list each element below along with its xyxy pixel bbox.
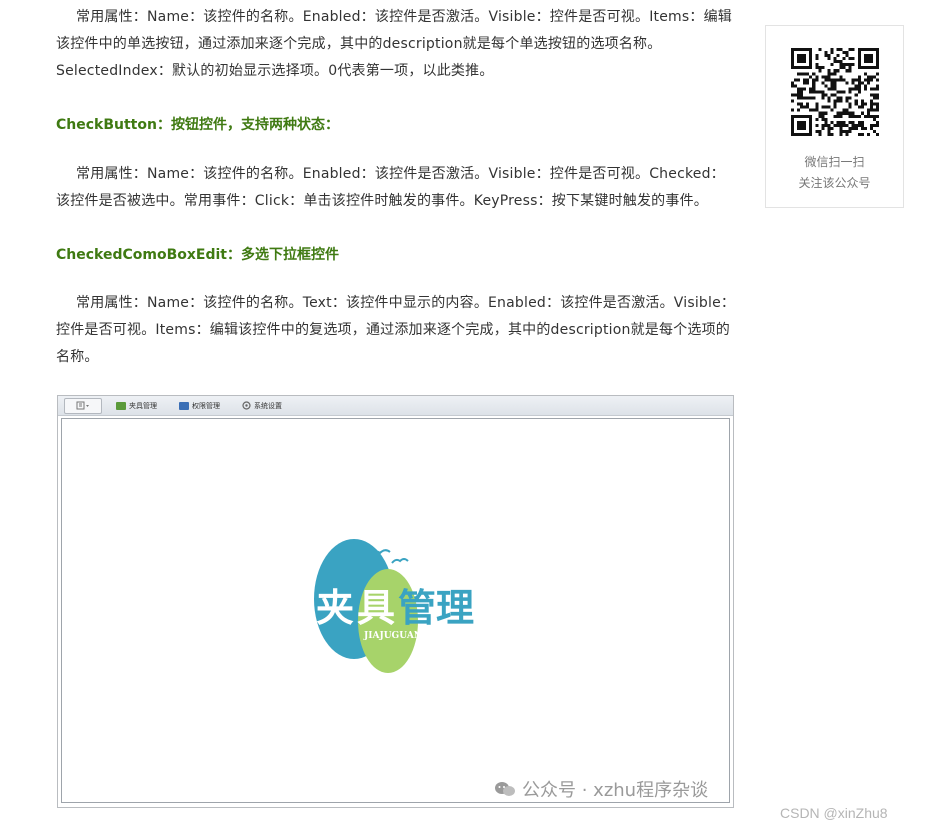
- watermark-text: 公众号 · xzhu程序杂谈: [522, 780, 709, 801]
- wechat-qr-card: 微信扫一扫 关注该公众号: [765, 25, 904, 208]
- users-icon: [179, 401, 189, 410]
- heading-checkbutton: CheckButton：按钮控件，支持两种状态：: [56, 117, 339, 133]
- paragraph-checkbutton-props: 常用属性：Name：该控件的名称。Enabled：该控件是否激活。Visible…: [56, 166, 725, 209]
- svg-text:管理: 管理: [398, 586, 474, 630]
- wechat-icon: [495, 782, 515, 796]
- svg-text:具: 具: [357, 586, 395, 630]
- toolbar-item-label: 系统设置: [254, 401, 282, 410]
- app-screenshot: 夹具管理 权限管理 系统设置 夹 具 管理 JIAJUGUANLI 公众号 · …: [57, 395, 734, 808]
- qr-caption-line1: 微信扫一扫: [804, 155, 865, 169]
- menu-icon: [76, 401, 89, 410]
- svg-text:JIAJUGUANLI: JIAJUGUANLI: [363, 631, 433, 641]
- paragraph-checkedcombobox-props: 常用属性：Name：该控件的名称。Text：该控件中显示的内容。Enabled：…: [56, 295, 736, 365]
- csdn-watermark: CSDN @xinZhu8: [780, 805, 888, 821]
- gear-icon: [242, 401, 251, 410]
- toolbar-item-fixture[interactable]: 夹具管理: [116, 401, 157, 411]
- fixture-management-logo: 夹 具 管理 JIAJUGUANLI: [314, 539, 474, 673]
- toolbar-item-label: 权限管理: [192, 401, 220, 410]
- app-content-area: 夹 具 管理 JIAJUGUANLI 公众号 · xzhu程序杂谈: [61, 418, 730, 803]
- wechat-watermark: 公众号 · xzhu程序杂谈: [494, 776, 708, 802]
- qr-caption: 微信扫一扫 关注该公众号: [766, 152, 903, 194]
- app-menu-button[interactable]: [64, 397, 102, 414]
- toolbar-item-permission[interactable]: 权限管理: [179, 401, 220, 411]
- svg-text:夹: 夹: [316, 586, 354, 630]
- paragraph-radiogroup-props: 常用属性：Name：该控件的名称。Enabled：该控件是否激活。Visible…: [56, 9, 732, 79]
- qr-caption-line2: 关注该公众号: [798, 176, 871, 190]
- toolbar-item-settings[interactable]: 系统设置: [242, 401, 282, 411]
- app-toolbar: 夹具管理 权限管理 系统设置: [58, 396, 733, 416]
- toolbar-item-label: 夹具管理: [129, 401, 157, 410]
- fixture-icon: [116, 401, 126, 410]
- heading-checkedcombobox: CheckedComoBoxEdit：多选下拉框控件: [56, 247, 339, 263]
- qr-code-icon[interactable]: [791, 48, 879, 136]
